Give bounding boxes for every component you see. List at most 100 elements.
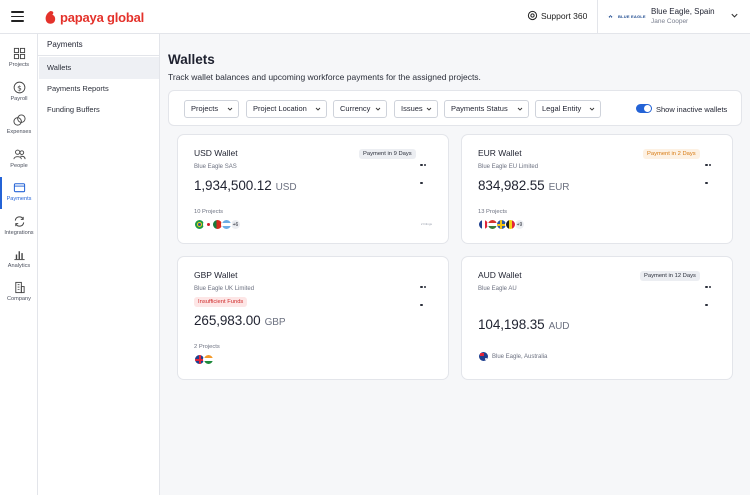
belgium-flag-icon (505, 219, 516, 230)
filter-projects[interactable]: Projects (184, 100, 239, 118)
status-badge: Payment in 12 Days (640, 271, 700, 281)
toggle-label: Show inactive wallets (656, 105, 728, 114)
wallet-location: Blue Eagle, Australia (478, 351, 547, 362)
nav-payments[interactable]: Payments (0, 181, 38, 213)
nav-expenses[interactable]: Expenses (0, 114, 38, 146)
secondary-nav: Payments Wallets Payments Reports Fundin… (38, 34, 160, 495)
wallet-card-eur[interactable]: EUR Wallet Payment in 2 Days Blue Eagle … (461, 134, 733, 244)
subnav-item-wallets[interactable]: Wallets (39, 57, 159, 79)
svg-text:$: $ (17, 83, 22, 92)
wallet-card-usd[interactable]: USD Wallet Payment in 9 Days Blue Eagle … (177, 134, 449, 244)
balance-value: 1,934,500.12 (194, 178, 272, 193)
section-title: Payments (47, 40, 83, 49)
main-content: Wallets Track wallet balances and upcomi… (161, 34, 750, 495)
australia-flag-icon (478, 351, 489, 362)
filter-bar: Projects Project Location Currency Issue… (168, 90, 742, 126)
argentina-flag-icon (221, 219, 232, 230)
nav-people[interactable]: People (0, 148, 38, 180)
divider (597, 0, 598, 34)
balance-value: 104,198.35 (478, 317, 545, 332)
support-button[interactable]: Support 360 (527, 10, 587, 21)
nav-projects[interactable]: Projects (0, 47, 38, 79)
wallet-name: EUR Wallet (478, 148, 522, 158)
nav-label: Integrations (4, 230, 34, 236)
nav-label: People (10, 163, 28, 169)
filter-currency[interactable]: Currency (333, 100, 387, 118)
india-flag-icon (203, 354, 214, 365)
support-icon (527, 10, 538, 21)
wallet-entity: Blue Eagle EU Limited (478, 164, 539, 170)
logo[interactable]: papaya global (44, 9, 144, 25)
account-switcher[interactable]: BLUE EAGLE Blue Eagle, Spain Jane Cooper (604, 5, 750, 29)
chevron-down-icon (375, 107, 381, 111)
filter-label: Project Location (253, 104, 307, 113)
currency-code: GBP (264, 317, 286, 328)
wallet-balance: 1,934,500.12 USD (194, 178, 297, 193)
balance-value: 834,982.55 (478, 178, 545, 193)
sync-icon (14, 216, 24, 227)
chevron-down-icon (589, 107, 595, 111)
nav-label: Expenses (6, 129, 32, 135)
project-flags (194, 354, 214, 366)
project-count: 13 Projects (478, 209, 507, 215)
subnav-item-payments-reports[interactable]: Payments Reports (39, 78, 159, 100)
filter-legal-entity[interactable]: Legal Entity (535, 100, 601, 118)
wallet-balance: 265,983.00 GBP (194, 313, 286, 328)
nav-integrations[interactable]: Integrations (0, 215, 38, 247)
filings-note: 2 Filings (420, 222, 432, 226)
nav-payroll[interactable]: $ Payroll (0, 81, 38, 113)
filter-issues[interactable]: Issues (394, 100, 438, 118)
show-inactive-toggle[interactable] (636, 104, 652, 113)
wallet-card-gbp[interactable]: GBP Wallet Blue Eagle UK Limited Insuffi… (177, 256, 449, 380)
wallet-icon (13, 183, 25, 193)
page-title: Wallets (168, 52, 215, 67)
eagle-icon (605, 13, 616, 18)
wallet-name: USD Wallet (194, 148, 238, 158)
wallet-card-aud[interactable]: AUD Wallet Payment in 12 Days Blue Eagle… (461, 256, 733, 380)
more-options-icon[interactable] (705, 153, 716, 184)
page-description: Track wallet balances and upcoming workf… (168, 72, 481, 82)
filter-label: Payments Status (451, 104, 508, 113)
filter-payments-status[interactable]: Payments Status (444, 100, 529, 118)
filter-label: Projects (191, 104, 219, 113)
logo-text: papaya global (60, 9, 145, 25)
account-user: Jane Cooper (651, 18, 689, 25)
wallet-balance: 104,198.35 AUD (478, 317, 570, 332)
papaya-logo-icon (45, 10, 56, 24)
wallet-balance: 834,982.55 EUR (478, 178, 570, 193)
chevron-down-icon (227, 107, 233, 111)
balance-value: 265,983.00 (194, 313, 261, 328)
project-count: 10 Projects (194, 209, 223, 215)
filter-project-location[interactable]: Project Location (246, 100, 327, 118)
dollar-circle-icon: $ (13, 81, 25, 94)
nav-label: Payroll (10, 96, 28, 102)
more-options-icon[interactable] (420, 153, 431, 184)
subnav-item-funding-buffers[interactable]: Funding Buffers (39, 99, 159, 121)
filter-label: Legal Entity (542, 104, 582, 113)
filter-label: Issues (401, 104, 423, 113)
currency-code: USD (275, 182, 297, 193)
wallet-entity: Blue Eagle UK Limited (194, 286, 255, 292)
grid-icon (13, 47, 25, 60)
menu-icon[interactable] (11, 11, 24, 22)
wallet-entity: Blue Eagle SAS (194, 164, 237, 170)
project-count: 2 Projects (194, 344, 220, 350)
more-options-icon[interactable] (420, 275, 431, 306)
nav-company[interactable]: Company (0, 281, 38, 313)
nav-analytics[interactable]: Analytics (0, 248, 38, 280)
nav-label: Analytics (7, 263, 31, 269)
primary-nav: Projects $ Payroll Expenses People Payme… (0, 34, 38, 495)
nav-label: Payments (6, 196, 32, 202)
account-name: Blue Eagle, Spain (651, 7, 715, 16)
bar-chart-icon (13, 251, 25, 261)
nav-label: Company (7, 296, 31, 302)
status-badge: Payment in 2 Days (643, 149, 700, 159)
filter-label: Currency (340, 104, 371, 113)
more-options-icon[interactable] (705, 275, 716, 306)
chevron-down-icon (315, 107, 321, 111)
chevron-down-icon (517, 107, 523, 111)
nav-label: Projects (8, 62, 30, 68)
status-badge: Insufficient Funds (194, 297, 248, 307)
wallet-name: GBP Wallet (194, 270, 238, 280)
currency-code: AUD (548, 321, 570, 332)
